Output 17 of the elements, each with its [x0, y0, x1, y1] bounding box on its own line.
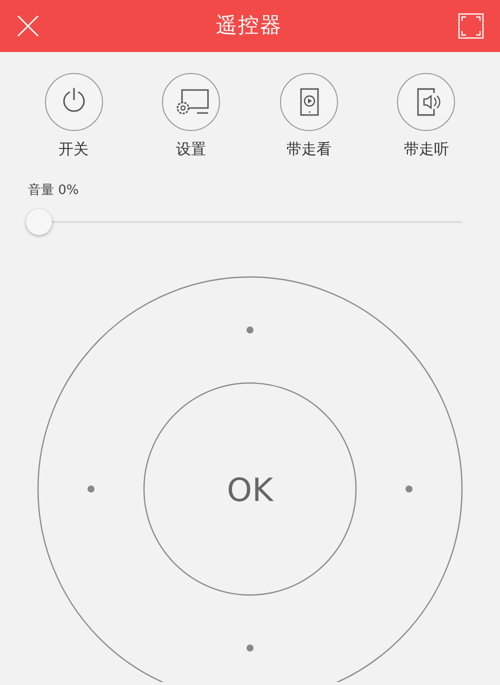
action-label: 带走看: [286, 139, 332, 160]
up-dot[interactable]: [246, 326, 254, 333]
action-label: 设置: [176, 139, 206, 160]
volume-slider[interactable]: [26, 208, 462, 234]
close-icon: [16, 14, 40, 38]
window-title: 遥控器: [216, 12, 282, 40]
action-label: 开关: [58, 139, 88, 160]
slider-thumb[interactable]: [26, 208, 52, 234]
volume-label: 音量 0%: [28, 182, 79, 198]
down-dot[interactable]: [246, 644, 254, 651]
close-button[interactable]: [16, 14, 40, 38]
right-dot[interactable]: [406, 485, 412, 492]
action-label: 带走听: [404, 139, 449, 160]
fullscreen-icon: [458, 13, 484, 39]
fullscreen-button[interactable]: [458, 13, 484, 39]
ok-button[interactable]: OK: [143, 382, 357, 596]
left-dot[interactable]: [88, 485, 94, 492]
